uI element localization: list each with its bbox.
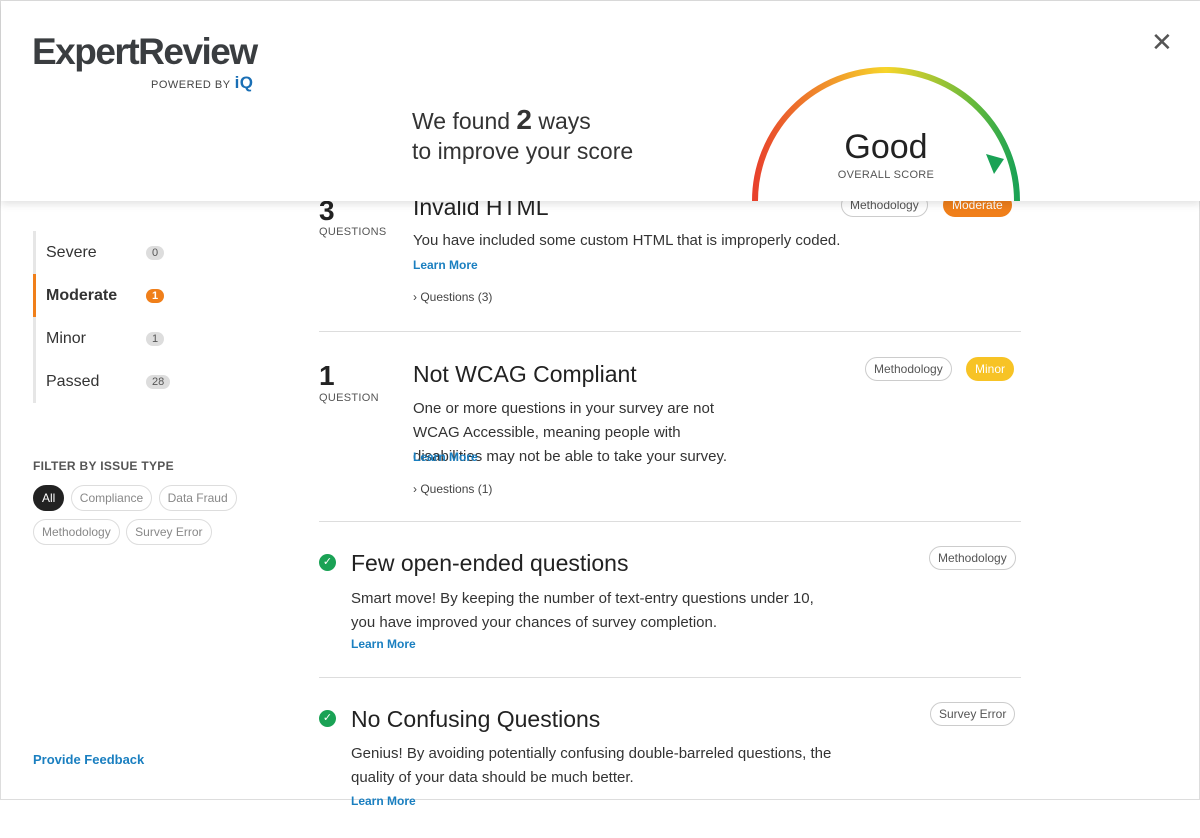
powered-by: POWERED BY iQ [151, 73, 254, 93]
filter-compliance[interactable]: Compliance [70, 485, 153, 511]
count-badge: 1 [146, 331, 165, 346]
provide-feedback-link[interactable]: Provide Feedback [33, 752, 144, 767]
count-badge: 0 [146, 245, 165, 260]
sidebar-item-severe[interactable]: Severe 0 [36, 231, 176, 274]
issue-description: Genius! By avoiding potentially confusin… [351, 745, 832, 786]
label: Severe [46, 243, 97, 261]
questions-label: Questions (1) [420, 482, 493, 496]
count-badge: 1 [146, 288, 165, 303]
filter-all[interactable]: All [33, 485, 65, 511]
filter-title: FILTER BY ISSUE TYPE [33, 459, 174, 473]
tag-methodology: Methodology [865, 357, 952, 381]
passed-card: ✓ No Confusing Questions Survey Error Ge… [319, 678, 1021, 838]
question-count: 1 [319, 360, 335, 391]
headline: We found 2 ways to improve your score [412, 105, 633, 166]
score-value: Good [844, 128, 928, 166]
filter-data-fraud[interactable]: Data Fraud [158, 485, 237, 511]
brand-logo: iQ [234, 73, 254, 92]
label: Minor [46, 329, 87, 347]
tag-survey-error: Survey Error [930, 702, 1016, 726]
learn-more-link[interactable]: Learn More [351, 637, 416, 651]
label: Passed [46, 372, 100, 390]
issue-description: You have included some custom HTML that … [413, 232, 841, 249]
learn-more-link[interactable]: Learn More [413, 450, 478, 464]
overall-score: Good OVERALL SCORE [801, 128, 971, 181]
passed-card: ✓ Few open-ended questions Methodology S… [319, 522, 1021, 678]
score-label: OVERALL SCORE [837, 169, 935, 181]
gauge-pointer-icon [986, 154, 1004, 174]
issue-title: No Confusing Questions [351, 706, 601, 732]
severity-badge: Minor [966, 357, 1015, 381]
label: Moderate [46, 286, 118, 304]
filter-methodology[interactable]: Methodology [33, 519, 120, 545]
powered-by-text: POWERED BY [151, 79, 231, 91]
questions-toggle[interactable]: › Questions (3) [413, 290, 492, 304]
count-badge: 28 [146, 374, 171, 389]
learn-more-link[interactable]: Learn More [351, 794, 416, 808]
filter-survey-error[interactable]: Survey Error [126, 519, 212, 545]
question-count-label: QUESTIONS [319, 226, 387, 238]
sidebar-item-passed[interactable]: Passed 28 [36, 360, 176, 403]
issue-title: Not WCAG Compliant [413, 361, 637, 387]
issue-count: 2 [516, 104, 532, 135]
tag-methodology: Methodology [929, 546, 1016, 570]
severity-nav: Severe 0 Moderate 1 Minor 1 Passed 28 [33, 231, 263, 403]
issue-card: 3 QUESTIONS Invalid HTML Methodology Mod… [319, 191, 1021, 332]
sidebar: Severe 0 Moderate 1 Minor 1 Passed 28 FILTER… [33, 231, 263, 553]
questions-label: Questions (3) [420, 290, 493, 304]
learn-more-link[interactable]: Learn More [413, 258, 478, 272]
sidebar-item-minor[interactable]: Minor 1 [36, 317, 176, 360]
headline-post: ways [538, 108, 591, 134]
questions-toggle[interactable]: › Questions (1) [413, 482, 492, 496]
headline-line2: to improve your score [412, 138, 634, 164]
filter-chips: All Compliance Data Fraud Methodology Su… [33, 485, 263, 553]
close-icon[interactable]: ✕ [1151, 27, 1173, 58]
issue-card: 1 QUESTION Not WCAG Compliant Methodolog… [319, 332, 1021, 522]
check-icon: ✓ [319, 710, 336, 727]
issue-description: Smart move! By keeping the number of tex… [351, 590, 814, 631]
logo: ExpertReview [32, 31, 258, 72]
issue-title: Few open-ended questions [351, 550, 629, 576]
check-icon: ✓ [319, 554, 336, 571]
sidebar-item-moderate[interactable]: Moderate 1 [33, 274, 173, 317]
headline-pre: We found [412, 108, 511, 134]
header: ExpertReview POWERED BY iQ We found 2 way… [1, 1, 1200, 202]
question-count-label: QUESTION [319, 392, 379, 404]
